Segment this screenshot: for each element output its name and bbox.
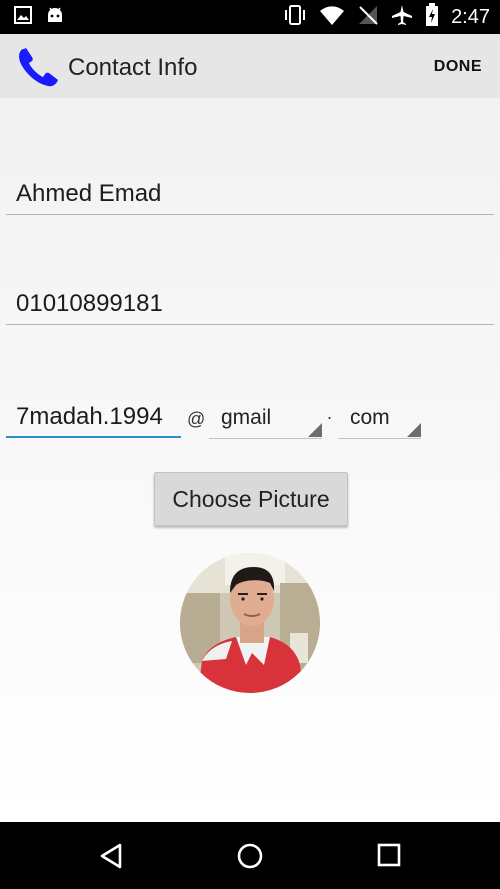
email-username-field[interactable]: 7madah.1994 <box>6 394 181 438</box>
name-value: Ahmed Emad <box>16 180 162 207</box>
battery-charging-icon <box>425 2 439 32</box>
phone-icon <box>16 46 60 88</box>
recents-icon[interactable] <box>376 842 402 873</box>
contact-picture <box>180 553 320 693</box>
phone-field[interactable]: 01010899181 <box>6 284 494 325</box>
back-icon[interactable] <box>98 842 124 875</box>
image-icon <box>14 6 32 29</box>
name-field[interactable]: Ahmed Emad <box>6 174 494 215</box>
dot-symbol: . <box>327 403 333 423</box>
home-icon[interactable] <box>236 842 264 875</box>
wifi-icon <box>319 4 345 31</box>
vibrate-icon <box>283 4 307 31</box>
email-username-value: 7madah.1994 <box>16 403 163 430</box>
status-bar: 2:47 <box>0 0 500 34</box>
android-icon <box>46 6 64 29</box>
choose-picture-button[interactable]: Choose Picture <box>154 472 348 526</box>
phone-value: 01010899181 <box>16 290 163 317</box>
email-tld-value: com <box>350 406 390 429</box>
email-domain-value: gmail <box>221 406 272 429</box>
airplane-icon <box>391 4 413 31</box>
navigation-bar <box>0 822 500 889</box>
at-symbol: @ <box>187 409 206 429</box>
page-title: Contact Info <box>68 54 198 81</box>
dropdown-arrow-icon <box>308 423 322 437</box>
action-bar: Contact Info DONE <box>0 34 500 98</box>
no-signal-icon <box>357 4 379 31</box>
done-button[interactable]: DONE <box>434 58 482 76</box>
clock: 2:47 <box>451 5 490 28</box>
email-tld-spinner[interactable]: com <box>338 398 421 439</box>
contact-form: Ahmed Emad 01010899181 7madah.1994 @ gma… <box>0 98 500 822</box>
dropdown-arrow-icon <box>407 423 421 437</box>
email-domain-spinner[interactable]: gmail <box>209 398 322 439</box>
